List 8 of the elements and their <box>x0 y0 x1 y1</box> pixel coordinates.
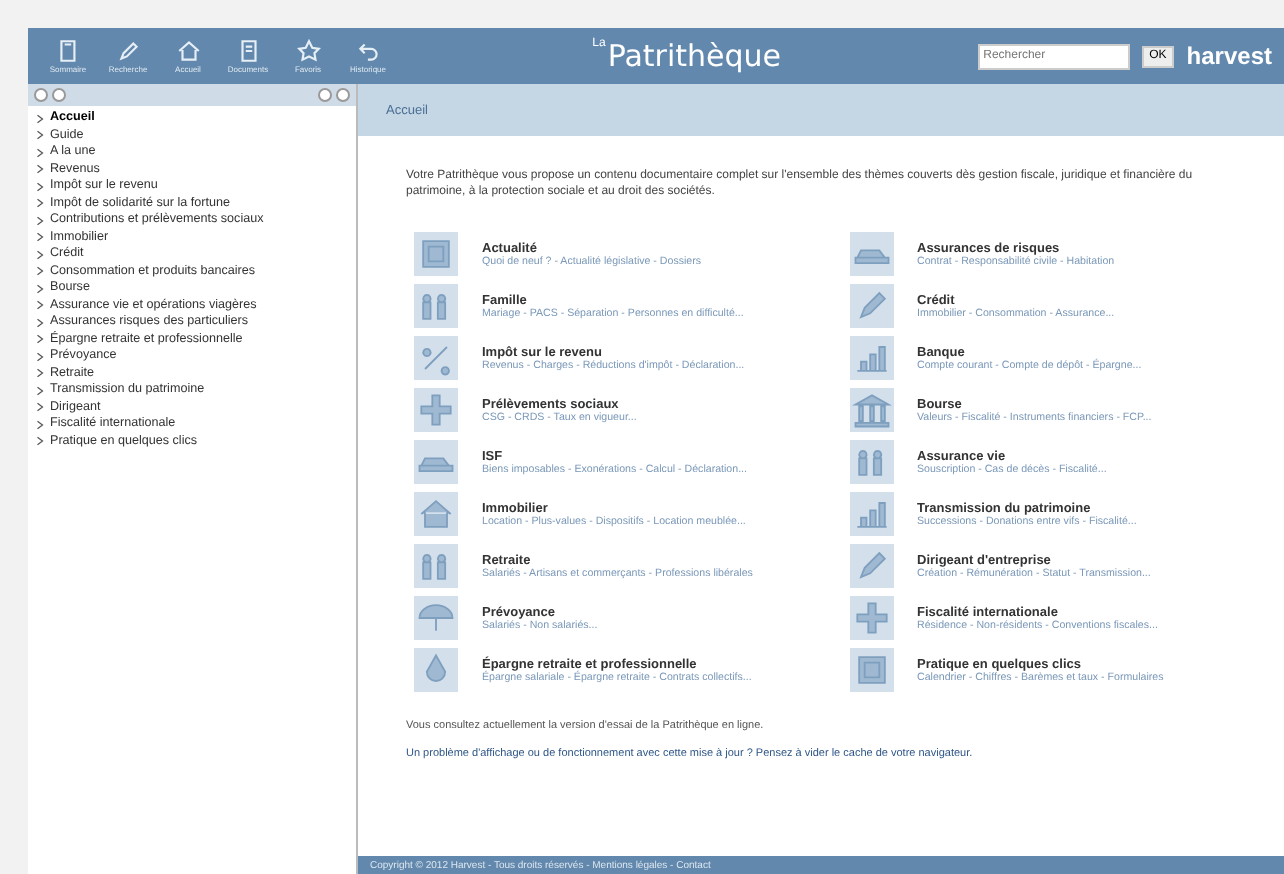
toolbar-icon <box>115 38 141 64</box>
toolbar-icon <box>355 38 381 64</box>
toolbar-icon <box>235 38 261 64</box>
toolbar-icon <box>295 38 321 64</box>
toolbar-icon <box>175 38 201 64</box>
app-title: Patrithèque <box>607 38 781 74</box>
logo: harvest <box>1186 42 1272 70</box>
toolbar-icon <box>55 38 81 64</box>
